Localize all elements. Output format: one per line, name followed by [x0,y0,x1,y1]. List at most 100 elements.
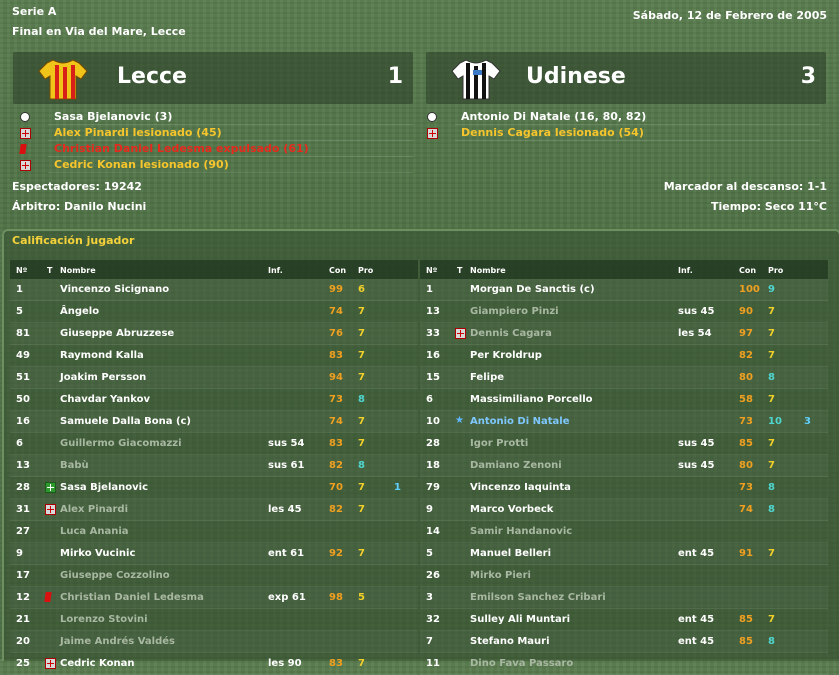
player-row[interactable]: 3 Emilson Sanchez Cribari [420,587,828,609]
player-rating: 6 [358,284,365,295]
player-name[interactable]: Antonio Di Natale [470,411,569,432]
player-row[interactable]: 9 Marco Vorbeck 74 8 [420,499,828,521]
player-row[interactable]: 12 Christian Daniel Ledesma exp 61 98 5 [10,587,418,609]
player-name[interactable]: Sasa Bjelanovic [60,477,148,498]
player-number: 49 [16,350,30,361]
player-name[interactable]: Dennis Cagara [470,323,552,344]
player-row[interactable]: 81 Giuseppe Abruzzese 76 7 [10,323,418,345]
player-name[interactable]: Vincenzo Sicignano [60,279,169,300]
player-row[interactable]: 32 Sulley Ali Muntari ent 45 85 7 [420,609,828,631]
player-row[interactable]: 14 Samir Handanovic [420,521,828,543]
player-row[interactable]: 5 Manuel Belleri ent 45 91 7 [420,543,828,565]
player-name[interactable]: Marco Vorbeck [470,499,553,520]
red-card-icon [19,144,27,154]
player-name[interactable]: Giampiero Pinzi [470,301,559,322]
player-row[interactable]: 27 Luca Anania [10,521,418,543]
player-name[interactable]: Damiano Zenoni [470,455,562,476]
player-name[interactable]: Giuseppe Cozzolino [60,565,170,586]
player-row[interactable]: 50 Chavdar Yankov 73 8 [10,389,418,411]
player-row[interactable]: 15 Felipe 80 8 [420,367,828,389]
player-info: sus 45 [678,306,715,317]
player-row[interactable]: 17 Giuseppe Cozzolino [10,565,418,587]
player-number: 5 [426,548,433,559]
event-item: Dennis Cagara lesionado (54) [427,125,820,141]
player-name[interactable]: Chavdar Yankov [60,389,150,410]
col-t-header[interactable]: T [47,266,52,275]
player-name[interactable]: Vincenzo Iaquinta [470,477,571,498]
player-row[interactable]: 26 Mirko Pieri [420,565,828,587]
player-row[interactable]: 10 ★ Antonio Di Natale 73 10 3 [420,411,828,433]
player-row[interactable]: 9 Mirko Vucinic ent 61 92 7 [10,543,418,565]
player-name[interactable]: Alex Pinardi [60,499,128,520]
player-name[interactable]: Luca Anania [60,521,129,542]
player-name[interactable]: Dino Fava Passaro [470,653,573,674]
player-name[interactable]: Manuel Belleri [470,543,551,564]
player-row[interactable]: 28 Igor Protti sus 45 85 7 [420,433,828,455]
player-row[interactable]: 7 Stefano Mauri ent 45 85 8 [420,631,828,653]
col-pro-header[interactable]: Pro [768,266,783,275]
player-row[interactable]: 16 Samuele Dalla Bona (c) 74 7 [10,411,418,433]
col-pro-header[interactable]: Pro [358,266,373,275]
col-num-header[interactable]: Nº [426,266,437,275]
player-name[interactable]: Joakim Persson [60,367,146,388]
player-row[interactable]: 6 Massimiliano Porcello 58 7 [420,389,828,411]
player-name[interactable]: Morgan De Sanctis (c) [470,279,595,300]
player-number: 11 [426,658,440,669]
home-team-name[interactable]: Lecce [117,64,187,89]
col-con-header[interactable]: Con [739,266,756,275]
player-row[interactable]: 5 Ângelo 74 7 [10,301,418,323]
player-row[interactable]: 6 Guillermo Giacomazzi sus 54 83 7 [10,433,418,455]
player-name[interactable]: Giuseppe Abruzzese [60,323,174,344]
player-name[interactable]: Igor Protti [470,433,528,454]
player-name[interactable]: Samuele Dalla Bona (c) [60,411,191,432]
player-name[interactable]: Sulley Ali Muntari [470,609,570,630]
player-name[interactable]: Lorenzo Stovini [60,609,148,630]
player-row[interactable]: 21 Lorenzo Stovini [10,609,418,631]
player-name[interactable]: Mirko Vucinic [60,543,135,564]
player-ratings-title: Calificación jugador [12,234,135,247]
player-name[interactable]: Jaime Andrés Valdés [60,631,175,652]
player-row[interactable]: 49 Raymond Kalla 83 7 [10,345,418,367]
player-name[interactable]: Babù [60,455,89,476]
player-name[interactable]: Mirko Pieri [470,565,531,586]
player-name[interactable]: Cedric Konan [60,653,134,674]
col-name-header[interactable]: Nombre [60,266,96,275]
player-info: ent 45 [678,636,715,647]
player-condition: 100 [739,284,760,295]
player-row[interactable]: 79 Vincenzo Iaquinta 73 8 [420,477,828,499]
player-row[interactable]: 13 Giampiero Pinzi sus 45 90 7 [420,301,828,323]
player-row[interactable]: 31 Alex Pinardi les 45 82 7 [10,499,418,521]
player-name[interactable]: Samir Handanovic [470,521,572,542]
col-inf-header[interactable]: Inf. [678,266,693,275]
home-score: 1 [387,64,403,89]
player-name[interactable]: Stefano Mauri [470,631,550,652]
player-row[interactable]: 11 Dino Fava Passaro [420,653,828,675]
star-icon: ★ [455,415,464,426]
player-name[interactable]: Raymond Kalla [60,345,144,366]
player-name[interactable]: Emilson Sanchez Cribari [470,587,606,608]
player-number: 25 [16,658,30,669]
player-row[interactable]: 1 Morgan De Sanctis (c) 100 9 [420,279,828,301]
player-name[interactable]: Massimiliano Porcello [470,389,593,410]
player-name[interactable]: Ângelo [60,301,99,322]
player-name[interactable]: Felipe [470,367,504,388]
player-row[interactable]: 18 Damiano Zenoni sus 45 80 7 [420,455,828,477]
player-row[interactable]: 28 Sasa Bjelanovic 70 7 1 [10,477,418,499]
col-num-header[interactable]: Nº [16,266,27,275]
home-ratings-table: Nº T Nombre Inf. Con Pro 1 Vincenzo Sicig… [10,260,418,675]
player-name[interactable]: Guillermo Giacomazzi [60,433,182,454]
player-row[interactable]: 20 Jaime Andrés Valdés [10,631,418,653]
player-row[interactable]: 13 Babù sus 61 82 8 [10,455,418,477]
player-row[interactable]: 1 Vincenzo Sicignano 99 6 [10,279,418,301]
col-name-header[interactable]: Nombre [470,266,506,275]
player-name[interactable]: Per Kroldrup [470,345,542,366]
col-t-header[interactable]: T [457,266,462,275]
col-con-header[interactable]: Con [329,266,346,275]
player-row[interactable]: 51 Joakim Persson 94 7 [10,367,418,389]
player-row[interactable]: 33 Dennis Cagara les 54 97 7 [420,323,828,345]
player-row[interactable]: 25 Cedric Konan les 90 83 7 [10,653,418,675]
col-inf-header[interactable]: Inf. [268,266,283,275]
player-name[interactable]: Christian Daniel Ledesma [60,587,204,608]
player-row[interactable]: 16 Per Kroldrup 82 7 [420,345,828,367]
away-team-name[interactable]: Udinese [526,64,626,89]
